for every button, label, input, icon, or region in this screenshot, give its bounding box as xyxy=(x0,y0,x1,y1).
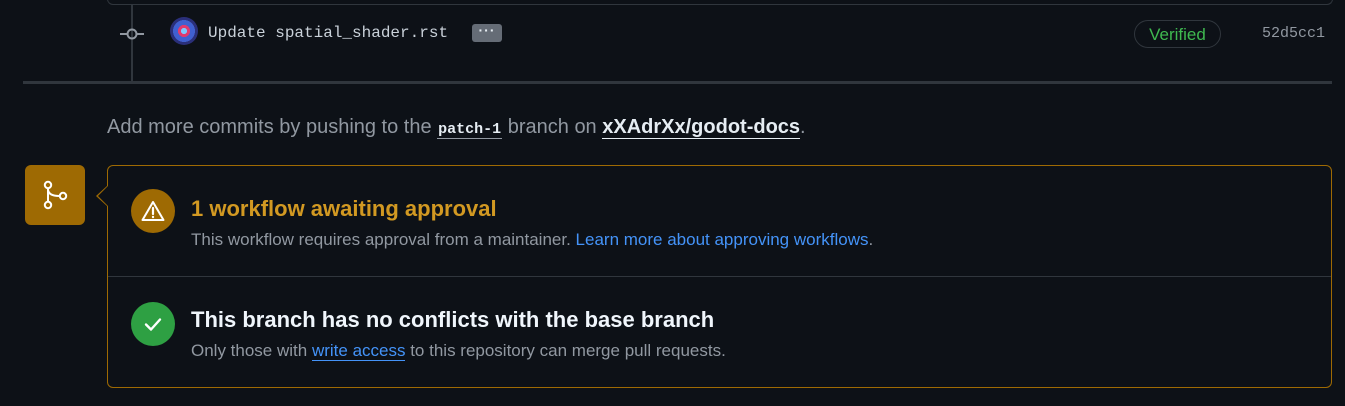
verified-badge[interactable]: Verified xyxy=(1134,20,1221,48)
write-access-link[interactable]: write access xyxy=(311,341,406,361)
avatar[interactable] xyxy=(170,17,198,45)
alert-icon xyxy=(131,189,175,233)
branch-name[interactable]: patch-1 xyxy=(437,121,503,139)
no-conflicts-title: This branch has no conflicts with the ba… xyxy=(191,307,715,332)
check-icon xyxy=(131,302,175,346)
commit-expand-button[interactable]: ··· xyxy=(472,23,502,42)
repo-link[interactable]: xXAdrXx/godot-docs xyxy=(602,116,801,139)
push-hint: Add more commits by pushing to the patch… xyxy=(107,116,806,139)
workflow-approval-suffix: . xyxy=(868,230,874,249)
commit-sha-link[interactable]: 52d5cc1 xyxy=(1262,25,1325,42)
git-merge-icon xyxy=(25,165,85,225)
no-conflicts-text: Only those with write access to this rep… xyxy=(191,341,726,361)
learn-more-link[interactable]: Learn more about approving workflows xyxy=(576,230,869,249)
box-caret-fill xyxy=(98,186,108,206)
timeline-divider xyxy=(23,81,1332,84)
workflow-approval-text: This workflow requires approval from a m… xyxy=(191,230,873,250)
commit-message-link[interactable]: Update spatial_shader.rst xyxy=(208,24,448,42)
workflow-approval-description: This workflow requires approval from a m… xyxy=(191,230,576,249)
push-hint-suffix: . xyxy=(800,116,806,138)
no-conflicts-text-before: Only those with xyxy=(191,341,312,360)
no-conflicts-text-after: to this repository can merge pull reques… xyxy=(405,341,726,360)
push-hint-prefix: Add more commits by pushing to the xyxy=(107,116,438,138)
previous-section-frame xyxy=(107,0,1333,5)
push-hint-middle: branch on xyxy=(502,116,603,138)
git-commit-icon xyxy=(120,24,144,44)
workflow-approval-title: 1 workflow awaiting approval xyxy=(191,196,497,221)
section-divider xyxy=(108,276,1331,277)
